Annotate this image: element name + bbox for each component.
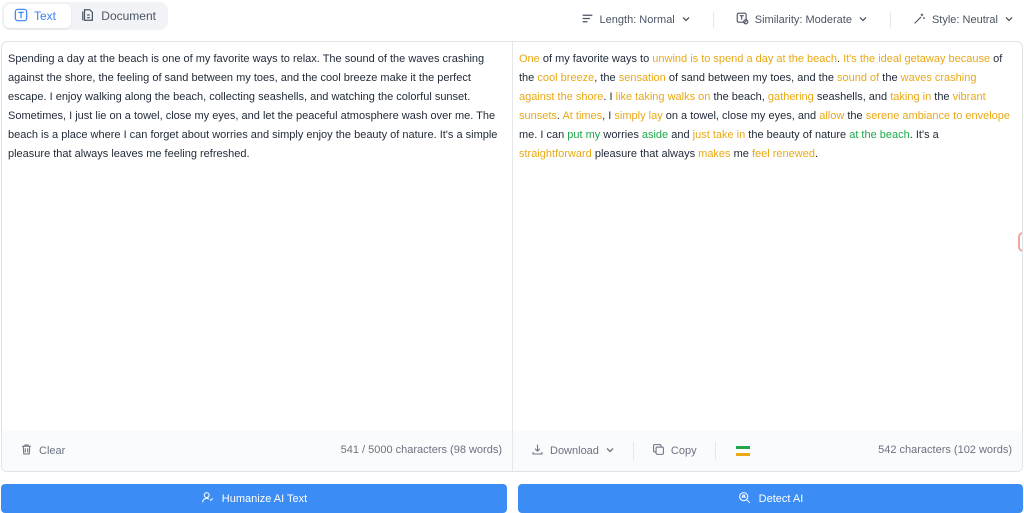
output-phrase: the beach, [710, 91, 768, 103]
output-phrase: of sand between my toes, and the [665, 72, 838, 84]
divider [714, 442, 716, 460]
copy-button[interactable]: Copy [652, 443, 697, 459]
rewritten-phrase[interactable]: simply lay [614, 110, 662, 122]
output-pane: One of my favorite ways to unwind is to … [513, 42, 1022, 471]
tab-text[interactable]: Text [4, 4, 72, 28]
rewritten-phrase[interactable]: cool breeze [537, 72, 594, 84]
tab-text-label: Text [34, 9, 57, 23]
divider [712, 12, 714, 28]
output-phrase: the beauty of nature [745, 129, 850, 141]
rewritten-phrase[interactable]: makes [698, 148, 730, 160]
output-phrase: me [730, 148, 752, 160]
similarity-label: Similarity: Moderate [754, 14, 852, 26]
synonym-phrase[interactable]: at the beach [849, 129, 910, 141]
rewritten-phrase[interactable]: feel renewed [752, 148, 815, 160]
output-phrase: seashells, and [813, 91, 891, 103]
detect-label: Detect AI [758, 492, 804, 505]
rewritten-phrase[interactable]: taking in [890, 91, 931, 103]
copy-icon [652, 443, 665, 459]
rewritten-phrase[interactable]: unwind is to spend a day at the beach [652, 53, 837, 65]
editor-panel: Spending a day at the beach is one of my… [1, 41, 1023, 472]
lines-icon [581, 12, 594, 28]
magic-wand-icon [913, 12, 926, 28]
output-phrase: the [931, 91, 953, 103]
detect-ai-button[interactable]: Detect AI [518, 484, 1023, 513]
output-text: One of my favorite ways to unwind is to … [519, 50, 1014, 164]
input-textarea[interactable]: Spending a day at the beach is one of my… [8, 50, 504, 164]
output-phrase: of my favorite ways to [539, 53, 653, 65]
output-phrase: . I [603, 91, 616, 103]
humanize-button[interactable]: Humanize AI Text [1, 484, 507, 513]
detect-icon [738, 491, 751, 507]
download-dropdown[interactable]: Download [531, 443, 615, 459]
output-footer: Download Copy 542 characters (102 words) [513, 431, 1022, 471]
flag-stripe-bottom [735, 452, 750, 456]
output-phrase: , the [594, 72, 619, 84]
rewritten-phrase[interactable]: allow [819, 110, 844, 122]
rewritten-phrase[interactable]: gathering [768, 91, 814, 103]
chevron-down-icon [681, 14, 691, 27]
humanize-label: Humanize AI Text [221, 492, 308, 505]
rewritten-phrase[interactable]: serene ambiance to envelope [866, 110, 1010, 122]
output-phrase: . [814, 148, 819, 160]
style-dropdown[interactable]: Style: Neutral [903, 12, 1024, 28]
rewritten-phrase[interactable]: just take in [693, 129, 746, 141]
output-phrase: the [844, 110, 866, 122]
rewritten-phrase[interactable]: It's the ideal getaway because [843, 53, 990, 65]
rewrite-options: Length: Normal Similarity: Moderate Styl… [571, 0, 1024, 40]
language-flag-icon[interactable] [735, 446, 750, 456]
copy-label: Copy [670, 445, 697, 457]
output-phrase: pleasure that always [591, 148, 699, 160]
input-pane: Spending a day at the beach is one of my… [2, 42, 513, 471]
input-character-count: 541 / 5000 characters (98 words) [340, 444, 502, 456]
rewritten-phrase[interactable]: One [519, 53, 540, 65]
synonym-phrase[interactable]: put my [567, 129, 600, 141]
clear-label: Clear [39, 445, 66, 457]
rewritten-phrase[interactable]: sound of [837, 72, 879, 84]
output-phrase: worries [600, 129, 642, 141]
chevron-down-icon [1004, 14, 1014, 27]
download-icon [531, 443, 544, 459]
length-label: Length: Normal [599, 14, 675, 26]
divider [889, 12, 891, 28]
text-icon [14, 8, 28, 25]
output-phrase: the [879, 72, 901, 84]
output-phrase: , I [602, 110, 615, 122]
clear-button[interactable]: Clear [20, 443, 65, 459]
tab-document[interactable]: Document [71, 4, 166, 28]
document-icon [81, 8, 95, 25]
output-character-count: 542 characters (102 words) [878, 444, 1012, 456]
output-phrase: . It's a [909, 129, 939, 141]
input-footer: Clear 541 / 5000 characters (98 words) [2, 431, 512, 471]
similarity-icon [736, 12, 749, 28]
chevron-down-icon [605, 445, 615, 458]
rewritten-phrase[interactable]: sensation [619, 72, 666, 84]
output-phrase: on a towel, close my eyes, and [662, 110, 820, 122]
style-label: Style: Neutral [931, 14, 998, 26]
output-phrase: and [668, 129, 693, 141]
chevron-down-icon [858, 14, 868, 27]
tab-document-label: Document [101, 9, 156, 23]
rewritten-phrase[interactable]: like taking walks on [616, 91, 711, 103]
length-dropdown[interactable]: Length: Normal [571, 12, 701, 28]
user-icon [201, 491, 214, 507]
side-handle[interactable] [1018, 232, 1022, 252]
download-label: Download [550, 445, 599, 457]
rewritten-phrase[interactable]: At times [562, 110, 602, 122]
output-phrase: me. I can [519, 129, 568, 141]
synonym-phrase[interactable]: aside [642, 129, 668, 141]
similarity-dropdown[interactable]: Similarity: Moderate [726, 12, 878, 28]
trash-icon [20, 443, 33, 459]
top-bar: Text Document Length: Normal Similarity:… [0, 0, 1024, 40]
divider [632, 442, 634, 460]
rewritten-phrase[interactable]: straightforward [519, 148, 592, 160]
mode-tabs: Text Document [2, 2, 168, 30]
